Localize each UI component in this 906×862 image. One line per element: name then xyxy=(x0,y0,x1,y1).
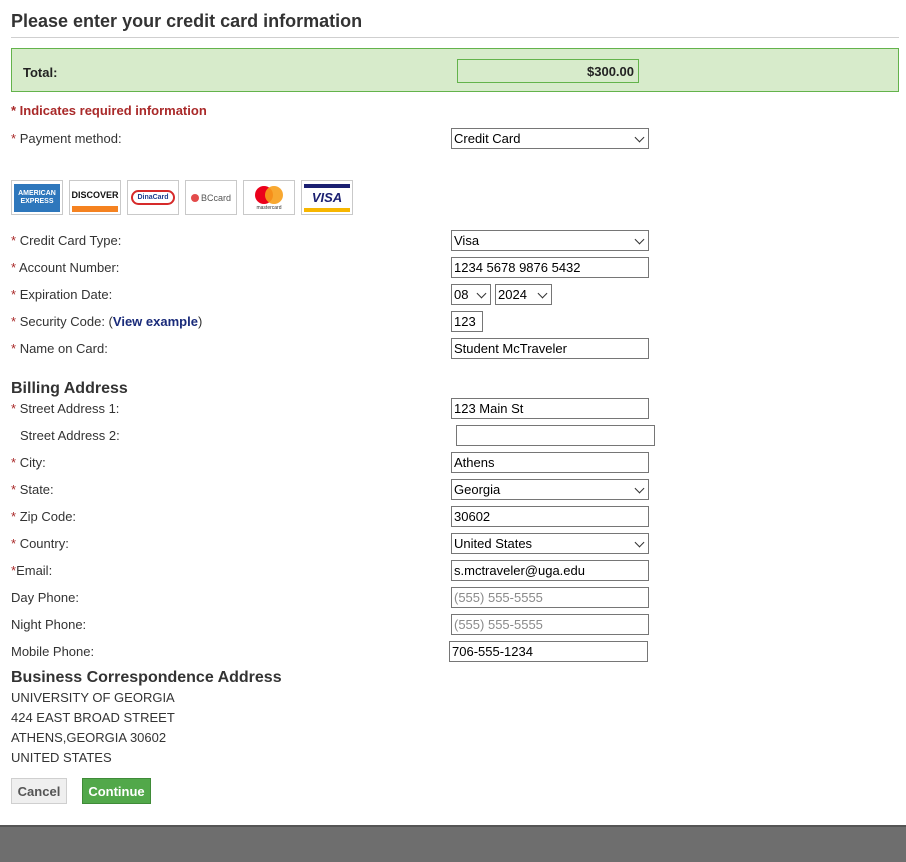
mastercard-circles-icon xyxy=(255,185,283,204)
payment-method-label: Payment method: xyxy=(19,131,122,146)
chevron-down-icon xyxy=(634,483,645,494)
street1-row: * Street Address 1: 123 Main St xyxy=(11,398,899,420)
mobile-phone-input[interactable]: 706-555-1234 xyxy=(449,641,648,662)
city-input[interactable]: Athens xyxy=(451,452,649,473)
night-phone-input[interactable]: (555) 555-5555 xyxy=(451,614,649,635)
continue-button[interactable]: Continue xyxy=(82,778,151,804)
account-number-row: * Account Number: 1234 5678 9876 5432 xyxy=(11,257,899,279)
discover-card: DISCOVER xyxy=(69,180,121,215)
security-code-input[interactable]: 123 xyxy=(451,311,483,332)
total-amount: $300.00 xyxy=(457,59,639,83)
business-address-line: ATHENS,GEORGIA 30602 xyxy=(11,730,167,745)
zip-input[interactable]: 30602 xyxy=(451,506,649,527)
footer-bar xyxy=(0,825,906,862)
state-row: * State: Georgia xyxy=(11,479,899,501)
business-address-line: UNITED STATES xyxy=(11,750,112,765)
expiration-month-select[interactable]: 08 xyxy=(451,284,491,305)
payment-method-row: * Payment method: Credit Card xyxy=(11,128,899,150)
street1-input[interactable]: 123 Main St xyxy=(451,398,649,419)
country-row: * Country: United States xyxy=(11,533,899,555)
state-select[interactable]: Georgia xyxy=(451,479,649,500)
total-label: Total: xyxy=(23,65,58,80)
bccard-logo-icon xyxy=(190,193,199,202)
mastercard-card: mastercard xyxy=(243,180,295,215)
night-phone-row: Night Phone: (555) 555-5555 xyxy=(11,614,899,636)
view-example-link[interactable]: View example xyxy=(113,314,198,329)
visa-card: VISA xyxy=(301,180,353,215)
mobile-phone-row: Mobile Phone: 706-555-1234 xyxy=(11,641,899,663)
required-marker: * xyxy=(11,131,17,146)
name-on-card-row: * Name on Card: Student McTraveler xyxy=(11,338,899,360)
name-on-card-input[interactable]: Student McTraveler xyxy=(451,338,649,359)
chevron-down-icon xyxy=(634,537,645,548)
expiration-row: * Expiration Date: 08 2024 xyxy=(11,284,899,306)
page-title: Please enter your credit card informatio… xyxy=(11,11,363,31)
email-row: *Email: s.mctraveler@uga.edu xyxy=(11,560,899,582)
billing-heading: Billing Address xyxy=(11,380,128,397)
card-type-select[interactable]: Visa xyxy=(451,230,649,251)
day-phone-row: Day Phone: (555) 555-5555 xyxy=(11,587,899,609)
business-heading: Business Correspondence Address xyxy=(11,669,282,686)
country-select[interactable]: United States xyxy=(451,533,649,554)
email-input[interactable]: s.mctraveler@uga.edu xyxy=(451,560,649,581)
total-panel: Total: $300.00 xyxy=(11,48,899,92)
card-type-row: * Credit Card Type: Visa xyxy=(11,230,899,252)
street2-row: Street Address 2: xyxy=(11,425,899,447)
day-phone-input[interactable]: (555) 555-5555 xyxy=(451,587,649,608)
chevron-down-icon xyxy=(476,288,487,299)
title-divider xyxy=(11,37,899,38)
street2-input[interactable] xyxy=(456,425,655,446)
bccard-card: BCcard xyxy=(185,180,237,215)
chevron-down-icon xyxy=(634,132,645,143)
chevron-down-icon xyxy=(634,234,645,245)
account-number-input[interactable]: 1234 5678 9876 5432 xyxy=(451,257,649,278)
zip-row: * Zip Code: 30602 xyxy=(11,506,899,528)
american-express-card: AMERICAN EXPRESS xyxy=(11,180,63,215)
dinacard-card: DinaCard xyxy=(127,180,179,215)
payment-method-select[interactable]: Credit Card xyxy=(451,128,649,149)
cancel-button[interactable]: Cancel xyxy=(11,778,67,804)
chevron-down-icon xyxy=(537,288,548,299)
security-code-row: * Security Code: (View example) 123 xyxy=(11,311,899,333)
expiration-year-select[interactable]: 2024 xyxy=(495,284,552,305)
required-note: * Indicates required information xyxy=(11,103,207,118)
business-address-line: 424 EAST BROAD STREET xyxy=(11,710,175,725)
business-address-line: UNIVERSITY OF GEORGIA xyxy=(11,690,175,705)
city-row: * City: Athens xyxy=(11,452,899,474)
